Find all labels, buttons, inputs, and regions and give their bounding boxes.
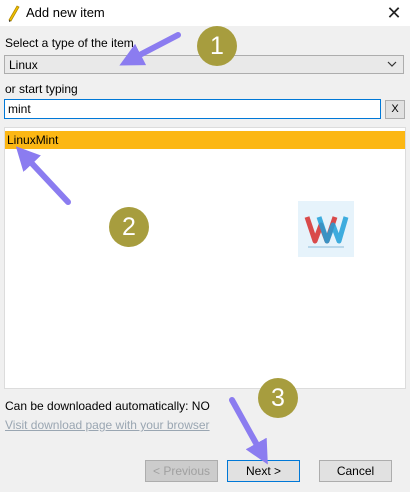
close-button[interactable]: ✕ (380, 1, 408, 25)
annotation-badge-2: 2 (109, 207, 149, 247)
type-select-value: Linux (9, 58, 38, 72)
next-button[interactable]: Next > (227, 460, 300, 482)
search-label: or start typing (5, 82, 78, 96)
title-bar: Add new item ✕ (0, 0, 410, 26)
annotation-arrow-3 (229, 397, 268, 465)
type-select-label: Select a type of the item (5, 36, 134, 50)
download-page-link[interactable]: Visit download page with your browser (5, 418, 210, 432)
annotation-badge-1: 1 (197, 26, 237, 66)
clear-search-button[interactable]: X (385, 100, 405, 119)
search-input[interactable] (4, 99, 381, 119)
pencil-icon (8, 5, 20, 22)
results-list[interactable]: LinuxMint (4, 127, 406, 389)
previous-button[interactable]: < Previous (145, 460, 218, 482)
download-status-text: Can be downloaded automatically: NO (5, 399, 210, 413)
window-title: Add new item (26, 5, 105, 20)
watermark-logo (298, 201, 354, 257)
list-item[interactable]: LinuxMint (5, 131, 405, 149)
chevron-down-icon (387, 61, 397, 67)
annotation-badge-3: 3 (258, 378, 298, 418)
cancel-button[interactable]: Cancel (319, 460, 392, 482)
